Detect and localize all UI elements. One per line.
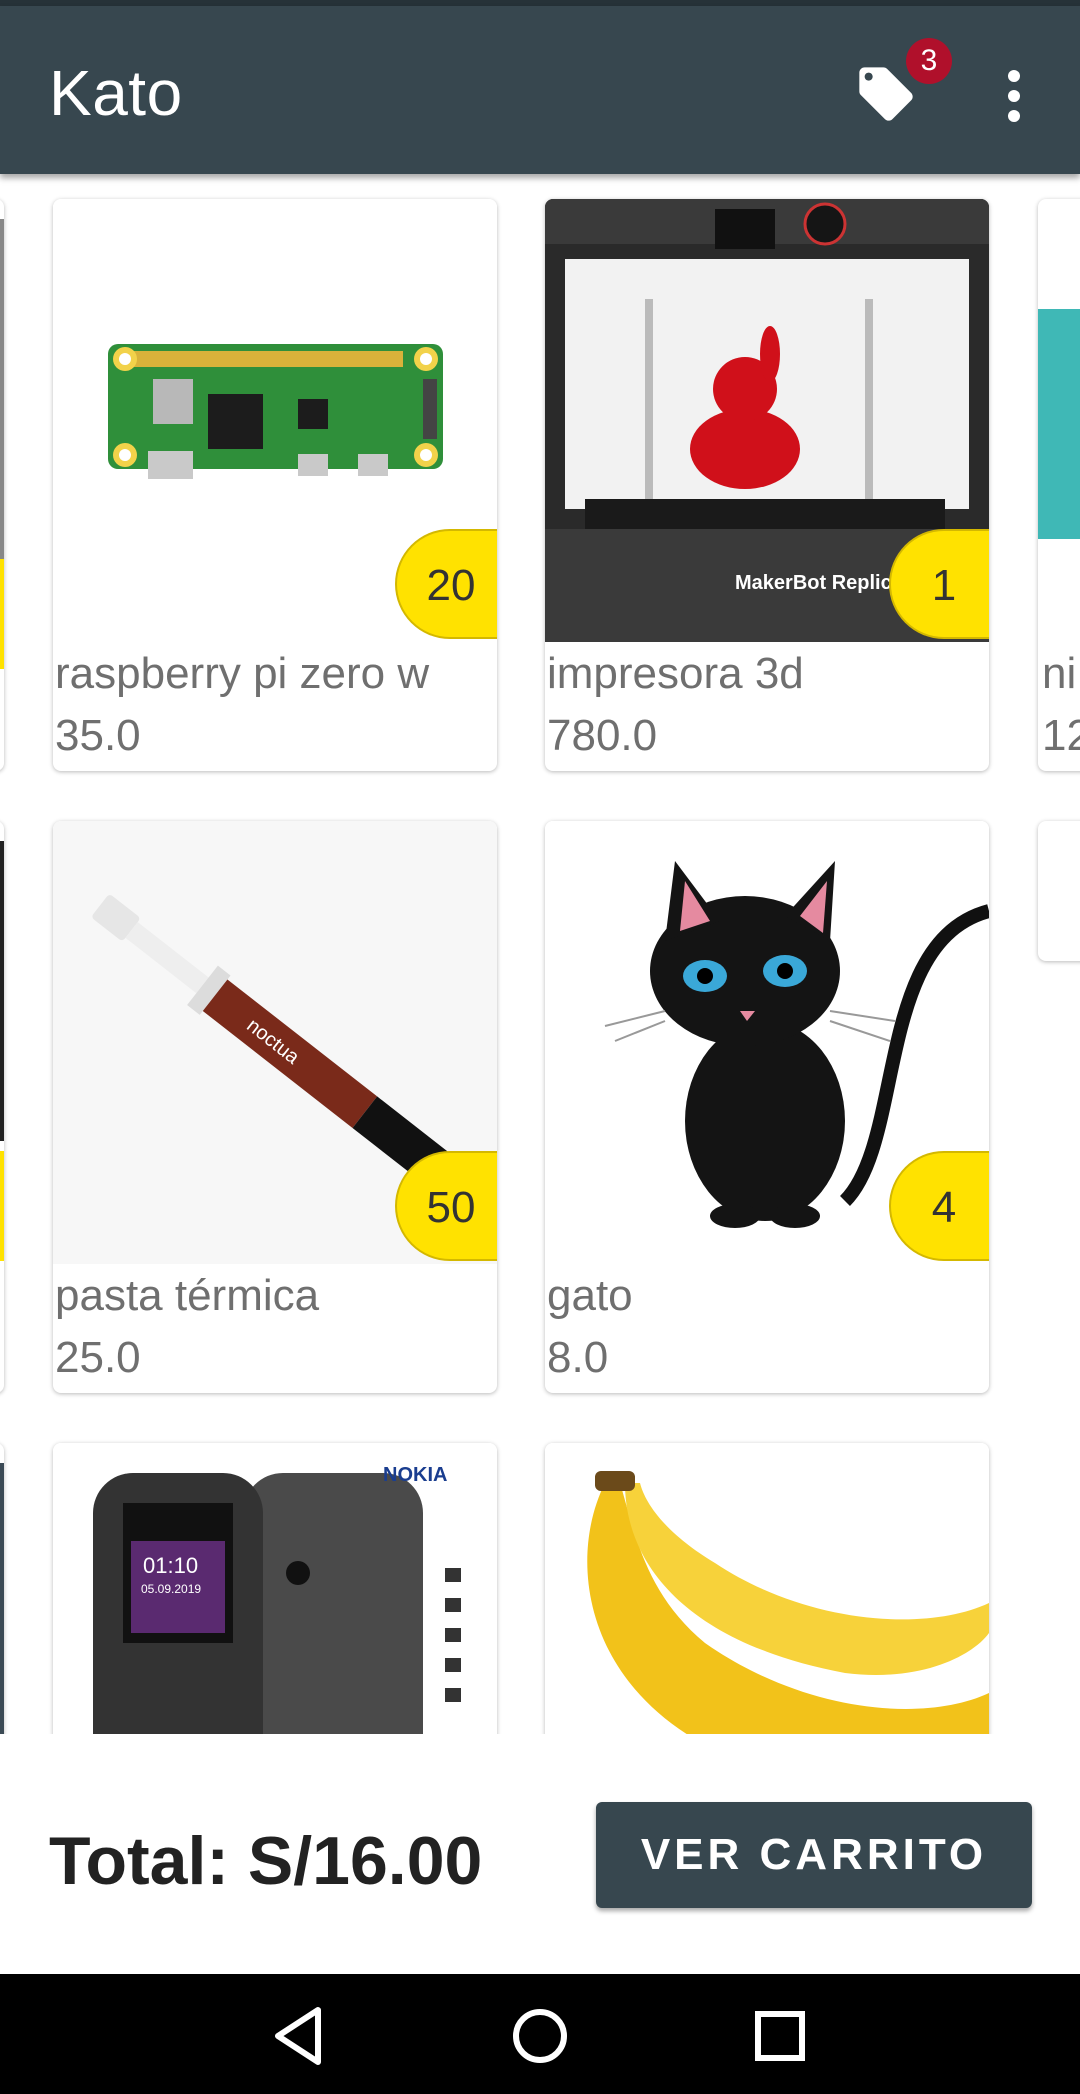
product-name: pasta térmica [55,1271,320,1320]
product-name: gato [547,1271,633,1320]
partial-card-left-1[interactable] [0,199,4,771]
partial-card-left-3[interactable] [0,1443,4,1734]
product-image-banana [545,1443,989,1734]
more-vert-icon [1008,70,1020,82]
app-title: Kato [49,57,183,129]
partial-card-left-2[interactable] [0,821,4,1393]
product-name: raspberry pi zero w [55,649,430,698]
product-price: 780.0 [547,711,658,760]
product-card[interactable]: 20 raspberry pi zero w 35.0 [53,199,497,771]
product-card[interactable]: 01:10 05.09.2019 NOKIA [53,1443,497,1734]
product-price: 25.0 [55,1333,141,1382]
nokia-brand-text: NOKIA [383,1464,447,1486]
total-amount: Total: S/16.00 [49,1823,483,1899]
partial-card-right-1[interactable]: ni 12 [1038,199,1080,771]
quantity-badge: 1 [889,529,989,639]
product-card[interactable]: noctua 50 pasta térmica 25.0 [53,821,497,1393]
back-button[interactable] [260,1996,340,2076]
nokia-date-text: 05.09.2019 [141,1582,201,1596]
back-icon [275,2007,321,2065]
quantity-badge: 4 [889,1151,989,1261]
product-card[interactable]: MakerBot Replicator 1 impresora 3d 780.0 [545,199,989,771]
quantity-badge: 20 [395,529,497,639]
product-grid: ni 12 20 raspberry pi zero w 35.0 MakerB… [0,174,1080,1734]
product-card[interactable] [545,1443,989,1734]
product-name: impresora 3d [547,649,804,698]
bottom-bar: Total: S/16.00 VER CARRITO [0,1734,1080,1974]
view-cart-button[interactable]: VER CARRITO [596,1802,1032,1908]
product-price: 35.0 [55,711,141,760]
partial-product-name: ni [1042,649,1077,698]
home-icon [513,2009,567,2063]
cart-count-badge: 3 [906,38,952,84]
product-price: 8.0 [547,1333,609,1382]
home-button[interactable] [500,1996,580,2076]
product-card[interactable]: 4 gato 8.0 [545,821,989,1393]
nokia-time-text: 01:10 [143,1553,198,1578]
system-nav-bar [0,1974,1080,2094]
partial-product-price: 12 [1042,711,1080,760]
app-bar: Kato 3 [0,6,1080,174]
more-options-button[interactable] [996,66,1032,126]
recents-icon [755,2011,805,2061]
recents-button[interactable] [740,1996,820,2076]
product-image-nokia-phone: 01:10 05.09.2019 NOKIA [53,1443,497,1734]
quantity-badge: 50 [395,1151,497,1261]
partial-card-right-2[interactable] [1038,821,1080,961]
